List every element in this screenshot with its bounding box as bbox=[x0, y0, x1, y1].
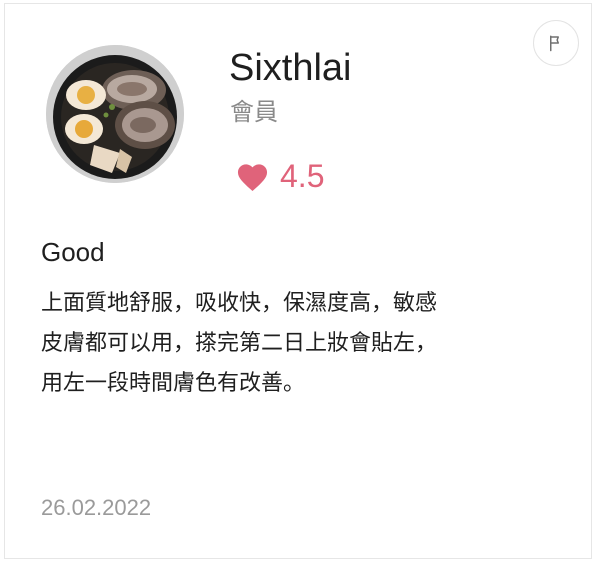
review-body-line: 上面質地舒服，吸收快，保濕度高，敏感 bbox=[41, 291, 438, 316]
avatar-ramen-photo bbox=[46, 45, 184, 183]
review-body-line: 用左一段時間膚色有改善。 bbox=[41, 371, 306, 396]
review-card: Sixthlai 會員 4.5 Good 上面質地舒服，吸收快，保濕度高，敏感 … bbox=[4, 3, 592, 559]
avatar bbox=[46, 45, 184, 183]
review-body-line: 皮膚都可以用，搽完第二日上妝會貼左， bbox=[41, 331, 438, 356]
heart-icon bbox=[237, 164, 268, 192]
review-body: 上面質地舒服，吸收快，保濕度高，敏感 皮膚都可以用，搽完第二日上妝會貼左， 用左… bbox=[41, 284, 561, 404]
flag-icon bbox=[550, 35, 559, 52]
user-name: Sixthlai bbox=[229, 47, 352, 89]
rating: 4.5 bbox=[235, 154, 324, 198]
rating-value: 4.5 bbox=[280, 158, 325, 194]
review-date: 26.02.2022 bbox=[41, 495, 152, 520]
user-role: 會員 bbox=[230, 98, 278, 126]
review-title: Good bbox=[41, 237, 105, 267]
report-button[interactable] bbox=[533, 20, 579, 66]
